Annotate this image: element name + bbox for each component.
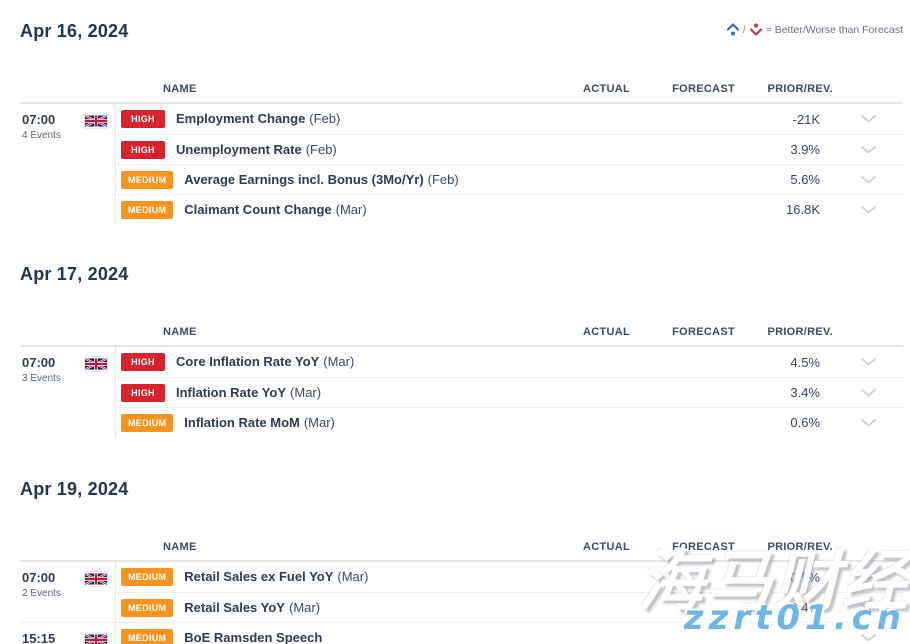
column-header-actual: ACTUAL [520, 541, 630, 553]
prior-value: -0.5% [735, 570, 833, 585]
chevron-down-icon[interactable] [833, 353, 903, 371]
column-header-actual: ACTUAL [520, 326, 630, 338]
event-period: (Mar) [323, 354, 354, 369]
event-name: Retail Sales ex Fuel YoY [184, 569, 333, 584]
date-header: Apr 17, 2024 [20, 224, 903, 285]
column-header-forecast: FORECAST [630, 326, 735, 338]
event-name: Inflation Rate YoY [176, 385, 286, 400]
column-header-name: NAME [115, 326, 520, 338]
legend-slash: / [743, 24, 746, 36]
event-row[interactable]: HIGH Inflation Rate YoY (Mar) 3.4% [116, 377, 903, 407]
event-name: BoE Ramsden Speech [184, 630, 322, 644]
event-name: Claimant Count Change [184, 202, 331, 217]
uk-flag-icon [85, 357, 107, 371]
column-header-actual: ACTUAL [520, 83, 630, 95]
event-row[interactable]: HIGH Core Inflation Rate YoY (Mar) 4.5% [116, 347, 903, 377]
time-group: 07:00 3 Events HIGH Core Inflation Rate … [20, 347, 903, 437]
table-header-row: NAME ACTUAL FORECAST PRIOR/REV. [20, 75, 903, 104]
prior-value: -0.4% [735, 600, 833, 615]
uk-flag-icon [85, 633, 107, 644]
column-header-prior: PRIOR/REV. [735, 541, 833, 553]
economic-calendar-page: / = Better/Worse than Forecast Apr 16, 2… [0, 0, 910, 644]
column-header-name: NAME [115, 83, 520, 95]
column-header-name: NAME [115, 541, 520, 553]
importance-badge: HIGH [121, 384, 165, 402]
event-time: 07:00 [22, 113, 61, 127]
chevron-down-icon[interactable] [833, 414, 903, 432]
event-time: 15:15 [22, 632, 55, 644]
better-caret-up-dot-icon [726, 23, 740, 36]
importance-badge: MEDIUM [121, 201, 173, 219]
importance-badge: HIGH [121, 353, 165, 371]
table-header-row: NAME ACTUAL FORECAST PRIOR/REV. [20, 318, 903, 347]
chevron-down-icon[interactable] [833, 141, 903, 159]
chevron-down-icon[interactable] [833, 384, 903, 402]
chevron-down-icon[interactable] [833, 599, 903, 617]
event-name: Inflation Rate MoM [184, 415, 300, 430]
calendar-table: NAME ACTUAL FORECAST PRIOR/REV. 07:00 2 … [20, 533, 903, 644]
importance-badge: HIGH [121, 141, 165, 159]
time-group: 07:00 4 Events HIGH Employment Change (Fe… [20, 104, 903, 224]
importance-badge: MEDIUM [121, 171, 173, 189]
importance-badge: MEDIUM [121, 414, 173, 432]
chevron-down-icon[interactable] [833, 568, 903, 586]
chevron-down-icon[interactable] [833, 171, 903, 189]
event-name: Unemployment Rate [176, 142, 302, 157]
event-period: (Mar) [304, 415, 335, 430]
event-period: (Mar) [337, 569, 368, 584]
prior-value: 5.6% [735, 172, 833, 187]
importance-badge: MEDIUM [121, 568, 173, 586]
chevron-down-icon[interactable] [833, 201, 903, 219]
table-header-row: NAME ACTUAL FORECAST PRIOR/REV. [20, 533, 903, 562]
events-count: 2 Events [22, 588, 61, 599]
column-header-forecast: FORECAST [630, 541, 735, 553]
event-row[interactable]: MEDIUM Average Earnings incl. Bonus (3Mo… [116, 164, 903, 194]
prior-value: 3.4% [735, 385, 833, 400]
time-group: 15:15 MEDIUM BoE Ramsden Speech [20, 622, 903, 644]
event-period: (Mar) [289, 600, 320, 615]
event-name: Core Inflation Rate YoY [176, 354, 319, 369]
date-header: Apr 19, 2024 [20, 437, 903, 500]
event-row[interactable]: MEDIUM Inflation Rate MoM (Mar) 0.6% [116, 407, 903, 437]
uk-flag-icon [85, 572, 107, 586]
event-row[interactable]: MEDIUM Retail Sales ex Fuel YoY (Mar) -0.… [116, 562, 903, 592]
uk-flag-icon [85, 114, 107, 128]
event-row[interactable]: HIGH Employment Change (Feb) -21K [116, 104, 903, 134]
importance-badge: MEDIUM [121, 629, 173, 644]
events-count: 4 Events [22, 130, 61, 141]
events-count: 3 Events [22, 373, 61, 384]
worse-caret-down-dot-icon [749, 23, 763, 36]
event-row[interactable]: MEDIUM BoE Ramsden Speech [116, 623, 903, 644]
chevron-down-icon[interactable] [833, 629, 903, 644]
event-row[interactable]: MEDIUM Retail Sales YoY (Mar) -0.4% [116, 592, 903, 622]
prior-value: 3.9% [735, 142, 833, 157]
time-group: 07:00 2 Events MEDIUM Retail Sales ex Fu… [20, 562, 903, 622]
calendar-table: NAME ACTUAL FORECAST PRIOR/REV. 07:00 3 … [20, 318, 903, 437]
importance-badge: HIGH [121, 110, 165, 128]
event-row[interactable]: MEDIUM Claimant Count Change (Mar) 16.8K [116, 194, 903, 224]
prior-value: 4.5% [735, 355, 833, 370]
chevron-down-icon[interactable] [833, 110, 903, 128]
column-header-forecast: FORECAST [630, 83, 735, 95]
column-header-prior: PRIOR/REV. [735, 326, 833, 338]
importance-badge: MEDIUM [121, 599, 173, 617]
event-period: (Feb) [306, 142, 337, 157]
prior-value: -21K [735, 112, 833, 127]
column-header-prior: PRIOR/REV. [735, 83, 833, 95]
legend: / = Better/Worse than Forecast [726, 23, 903, 36]
event-period: (Feb) [309, 111, 340, 126]
event-period: (Mar) [290, 385, 321, 400]
event-time: 07:00 [22, 356, 61, 370]
calendar-table: NAME ACTUAL FORECAST PRIOR/REV. 07:00 4 … [20, 75, 903, 224]
event-period: (Mar) [336, 202, 367, 217]
event-name: Employment Change [176, 111, 305, 126]
event-period: (Feb) [428, 172, 459, 187]
prior-value: 0.6% [735, 415, 833, 430]
event-time: 07:00 [22, 571, 61, 585]
event-name: Average Earnings incl. Bonus (3Mo/Yr) [184, 172, 423, 187]
event-name: Retail Sales YoY [184, 600, 285, 615]
prior-value: 16.8K [735, 202, 833, 217]
legend-text: = Better/Worse than Forecast [766, 24, 903, 36]
event-row[interactable]: HIGH Unemployment Rate (Feb) 3.9% [116, 134, 903, 164]
